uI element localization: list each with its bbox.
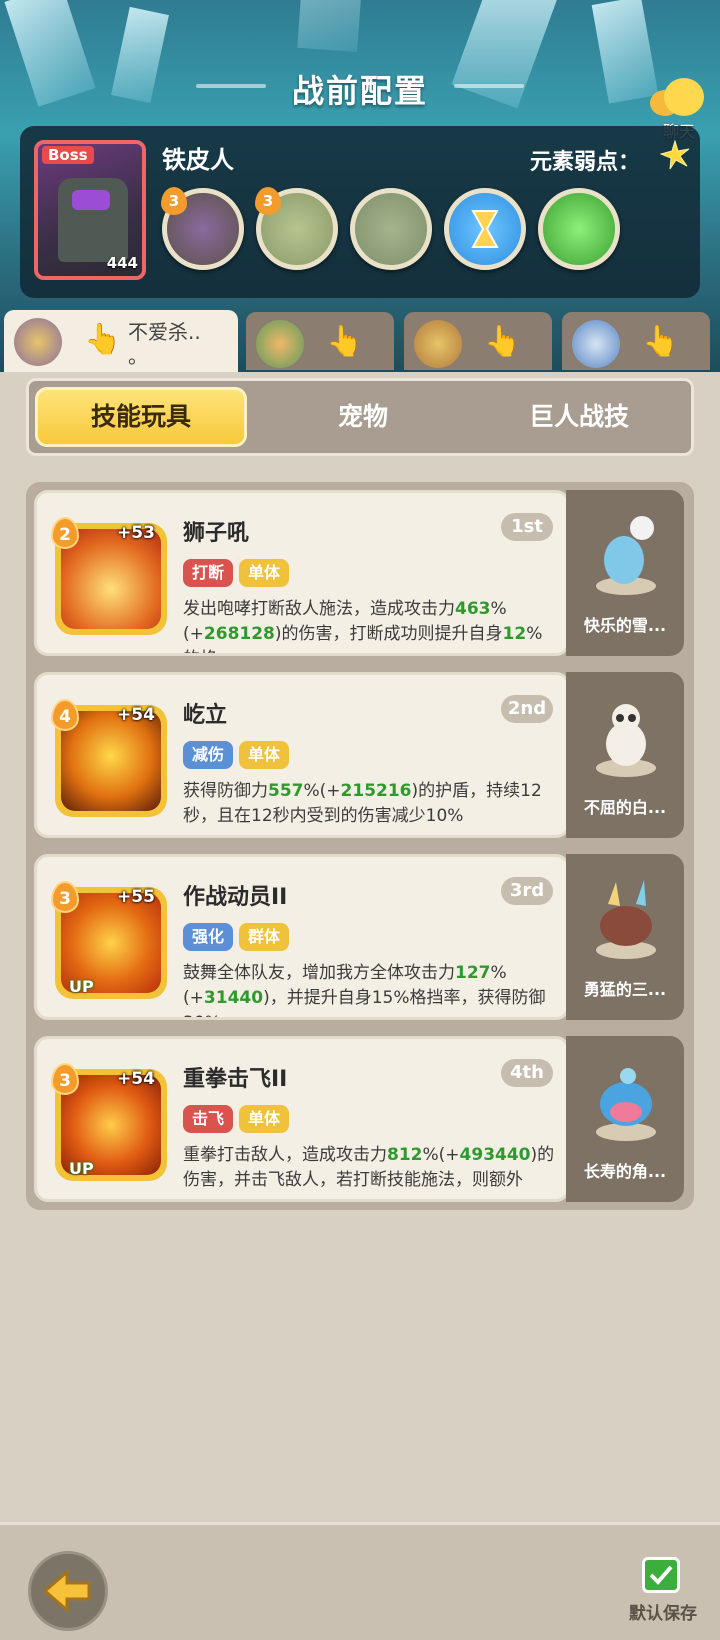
white-goat-pet-icon [596,704,656,777]
skill-level-badge: 3 [51,1063,79,1095]
triceratops-pet-icon [596,880,656,959]
default-save-label: 默认保存 [629,1604,697,1624]
back-arrow-icon [42,1568,91,1614]
hero-avatar-4 [572,320,620,368]
tap-hand-icon: 👆 [84,322,122,357]
skill-tag: 打断 [183,559,234,587]
skill-tag: 减伤 [183,741,234,769]
star-burst-icon [660,140,690,170]
skill-rank: 4th [501,1059,553,1087]
boss-tag: Boss [42,146,94,164]
tab-giant-skills[interactable]: 巨人战技 [473,387,685,447]
skill-description: 发出咆哮打断敌人施法，造成攻击力463%(+268128)的伤害，打断成功则提升… [183,599,543,653]
skill-tag: 单体 [239,1105,290,1133]
skill-description: 重拳打击敌人，造成攻击力812%(+493440)的伤害，并击飞敌人，若打断技能… [183,1145,555,1190]
pet-name: 勇猛的三... [583,980,667,999]
skill-card[interactable]: 3 +54 UP 重拳击飞II 4th 击飞 单体 重拳打击敌人，造成攻击力81… [34,1036,570,1202]
boss-skill-4[interactable] [444,188,526,270]
skill-name: 狮子吼 [183,521,250,546]
skill-plus-level: +54 [117,1069,155,1089]
back-button[interactable] [28,1551,108,1631]
skill-badge: 3 [255,187,281,215]
pet-name: 不屈的白... [583,798,667,817]
skill-card[interactable]: 3 +55 UP 作战动员II 3rd 强化 群体 鼓舞全体队友，增加我方全体攻… [34,854,570,1020]
hero-avatar-1 [14,318,62,366]
horned-whale-pet-icon [596,1068,656,1141]
boss-name: 铁皮人 [162,146,234,174]
skill-rank: 3rd [501,877,553,905]
boss-level: 444 [106,254,138,272]
hourglass-icon [471,210,499,248]
pet-name: 长寿的角... [583,1162,667,1181]
pet-name: 快乐的雪... [583,616,667,635]
battle-scene-background: 战前配置 聊天 Boss 444 铁皮人 元素弱点： 3 3 [0,0,720,380]
hero-avatar-2 [256,320,304,368]
tab-skill-toys[interactable]: 技能玩具 [35,387,247,447]
skill-up-badge: UP [69,1159,94,1178]
boss-skill-3[interactable] [350,188,432,270]
snow-pet-icon [596,516,656,595]
weakness-label: 元素弱点： [530,150,641,175]
skill-tag: 群体 [239,923,290,951]
hero-tab-3[interactable]: 👆 [404,312,552,370]
bottom-bar: 默认保存 [0,1522,720,1640]
hero-tab-4[interactable]: 👆 [562,312,710,370]
chat-face-icon [664,78,704,116]
skill-plus-level: +53 [117,523,155,543]
skill-description: 鼓舞全体队友，增加我方全体攻击力127%(+31440)，并提升自身15%格挡率… [183,963,546,1017]
pet-slot[interactable]: 长寿的角... [566,1036,684,1202]
default-save-toggle[interactable]: 默认保存 [620,1557,706,1627]
skill-plus-level: +54 [117,705,155,725]
skill-level-badge: 2 [51,517,79,549]
skill-tag: 单体 [239,741,290,769]
pet-slot[interactable]: 快乐的雪... [566,490,684,656]
skill-tag: 强化 [183,923,234,951]
tap-hand-icon: 👆 [642,324,680,359]
skill-tag: 击飞 [183,1105,234,1133]
check-icon [642,1557,680,1593]
skill-rank: 1st [501,513,553,541]
hero-name: 不爱杀..。 [128,320,201,368]
boss-panel: Boss 444 铁皮人 元素弱点： 3 3 [20,126,700,298]
pet-slot[interactable]: 不屈的白... [566,672,684,838]
boss-skill-5[interactable] [538,188,620,270]
skill-badge: 3 [161,187,187,215]
skill-up-badge: UP [69,977,94,996]
boss-skill-1[interactable]: 3 [161,187,244,270]
main-tab-bar: 技能玩具 宠物 巨人战技 [26,378,694,456]
boss-portrait[interactable]: Boss 444 [34,140,146,280]
skill-card[interactable]: 4 +54 屹立 2nd 减伤 单体 获得防御力557%(+215216)的护盾… [34,672,570,838]
pet-slot[interactable]: 勇猛的三... [566,854,684,1020]
skill-rank: 2nd [501,695,553,723]
skill-card[interactable]: 2 +53 狮子吼 1st 打断 单体 发出咆哮打断敌人施法，造成攻击力463%… [34,490,570,656]
skill-level-badge: 3 [51,881,79,913]
skill-name: 屹立 [183,703,228,728]
hero-tab-2[interactable]: 👆 [246,312,394,370]
tap-hand-icon: 👆 [326,324,364,359]
boss-skill-2[interactable]: 3 [255,187,338,270]
skill-name: 重拳击飞II [183,1067,288,1092]
tab-pets[interactable]: 宠物 [257,387,469,447]
skill-level-badge: 4 [51,699,79,731]
skill-name: 作战动员II [183,885,288,910]
skill-plus-level: +55 [117,887,155,907]
page-title: 战前配置 [291,72,428,110]
hero-avatar-3 [414,320,462,368]
ice-crystal [297,0,363,52]
skill-tag: 单体 [239,559,290,587]
hero-tab-1[interactable]: 👆 不爱杀..。 [4,310,238,372]
iron-robot-glow [72,190,110,210]
tap-hand-icon: 👆 [484,324,522,359]
skill-description: 获得防御力557%(+215216)的护盾，持续12秒，且在12秒内受到的伤害减… [183,781,542,826]
